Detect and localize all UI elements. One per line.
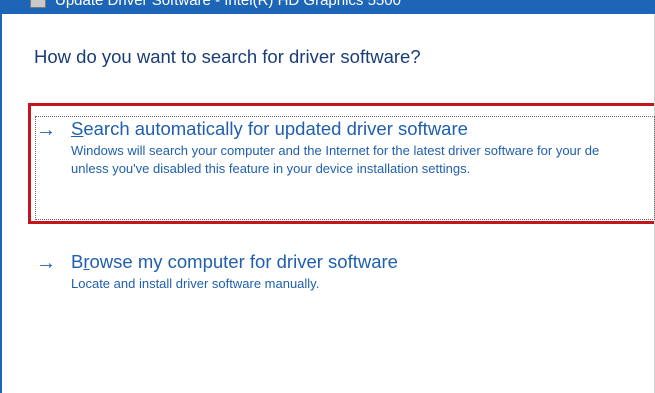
arrow-right-icon: → xyxy=(36,119,56,141)
option-title-text: owse my computer for driver software xyxy=(89,251,398,272)
search-automatically-title[interactable]: Search automatically for updated driver … xyxy=(71,118,468,140)
update-driver-dialog: Update Driver Software - Intel(R) HD Gra… xyxy=(0,0,655,393)
description-line: Locate and install driver software manua… xyxy=(71,276,320,291)
search-automatically-option[interactable]: → Search automatically for updated drive… xyxy=(35,116,655,226)
window-border xyxy=(0,14,2,393)
browse-computer-option[interactable]: → Browse my computer for driver software… xyxy=(36,251,655,301)
window-title: Update Driver Software - Intel(R) HD Gra… xyxy=(55,0,401,9)
arrow-right-icon: → xyxy=(36,252,56,274)
accelerator-key: S xyxy=(71,118,84,139)
browse-computer-title[interactable]: Browse my computer for driver software xyxy=(71,251,398,273)
browse-computer-description: Locate and install driver software manua… xyxy=(71,275,319,293)
title-bar[interactable]: Update Driver Software - Intel(R) HD Gra… xyxy=(0,0,655,14)
search-automatically-description: Windows will search your computer and th… xyxy=(71,142,599,178)
option-title-text: earch automatically for updated driver s… xyxy=(83,118,468,139)
page-heading: How do you want to search for driver sof… xyxy=(34,46,421,67)
description-line: Windows will search your computer and th… xyxy=(71,143,600,158)
description-line: unless you've disabled this feature in y… xyxy=(71,161,471,176)
device-manager-icon xyxy=(30,0,46,8)
option-title-text: B xyxy=(71,251,84,272)
